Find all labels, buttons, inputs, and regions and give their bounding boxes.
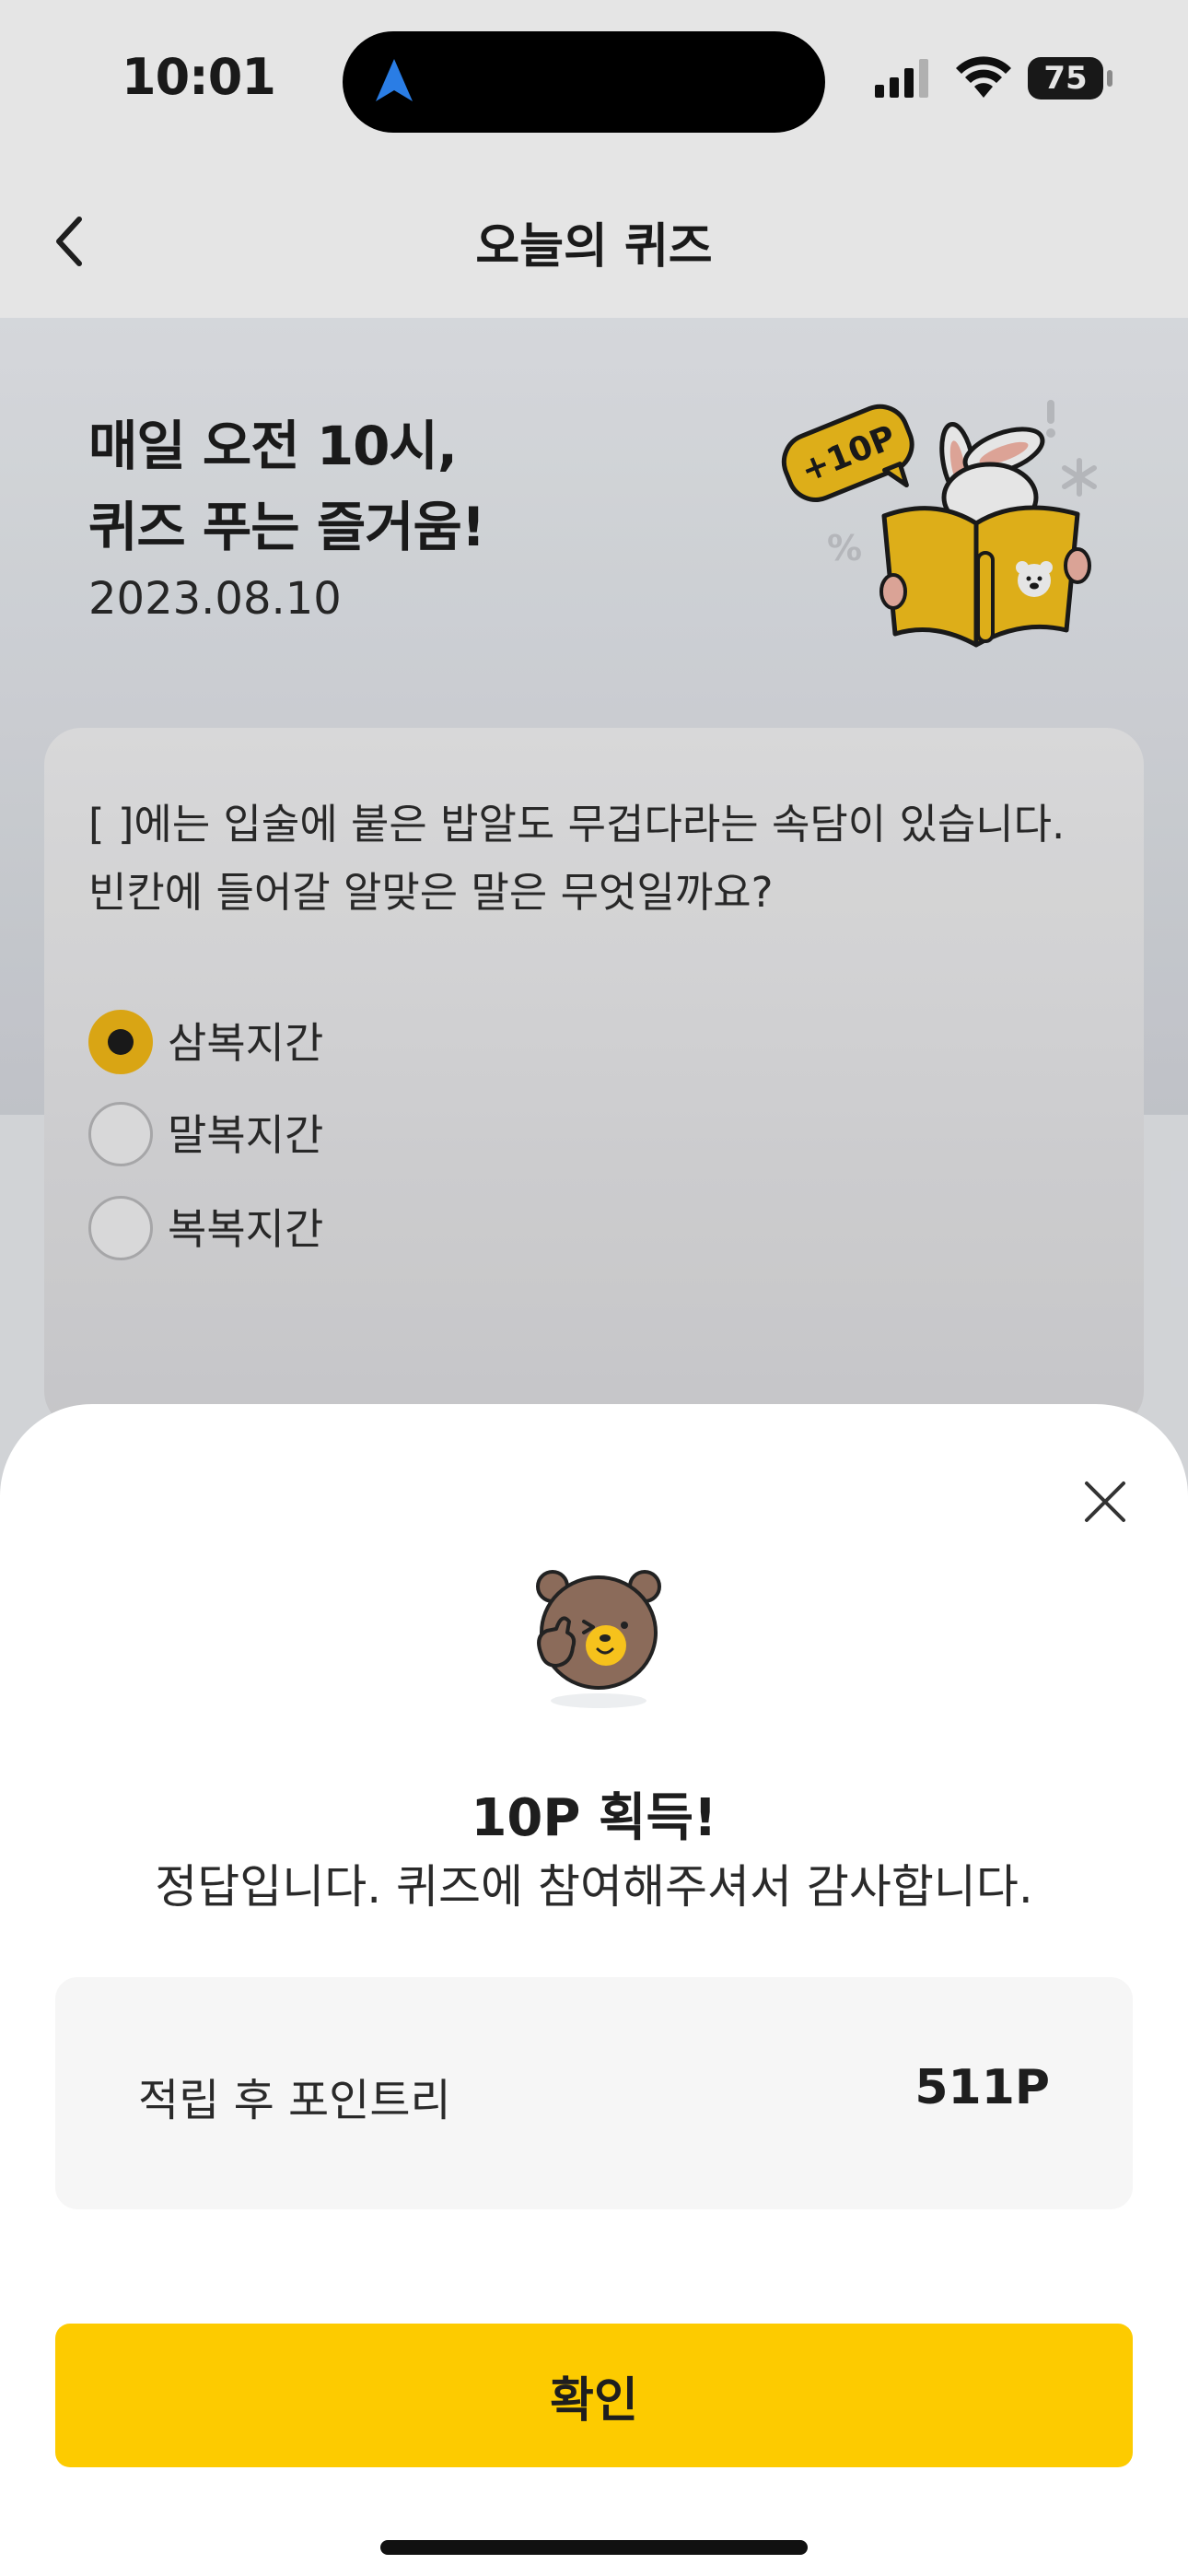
home-indicator[interactable] [380,2540,808,2555]
point-value: 511P [914,2060,1050,2115]
close-button[interactable] [1077,1474,1133,1529]
confirm-button[interactable]: 확인 [55,2324,1133,2467]
bear-thumbs-up-icon [536,1570,661,1708]
close-icon [1085,1481,1125,1522]
reward-title: 10P 획득! [471,1788,717,1848]
reward-description: 정답입니다. 퀴즈에 참여해주셔서 감사합니다. [155,1860,1033,1914]
point-label: 적립 후 포인트리 [138,2075,451,2126]
